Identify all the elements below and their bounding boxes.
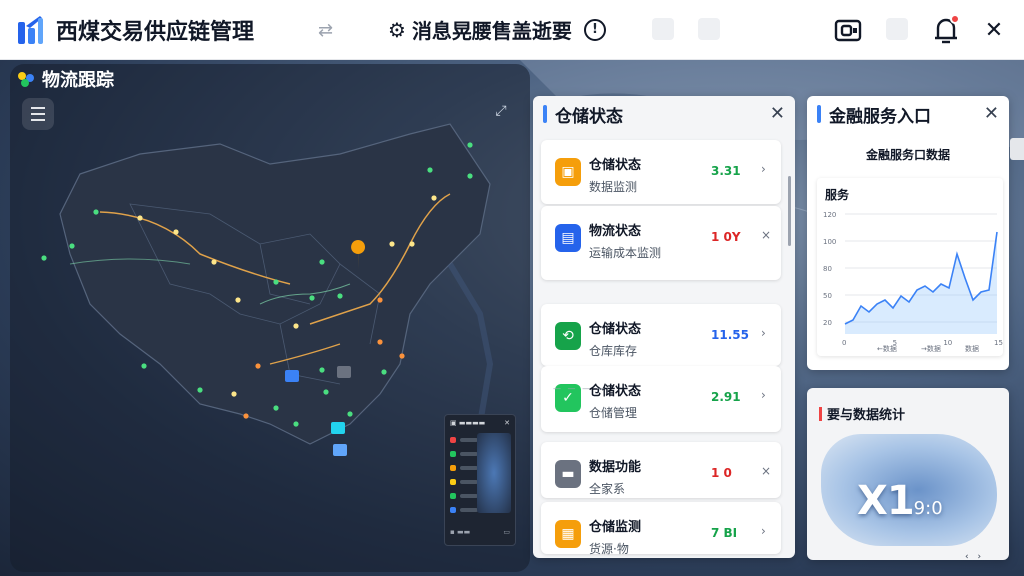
warehouse-close-icon[interactable]: ✕ [770, 103, 785, 124]
y-tick-label: 80 [823, 265, 832, 273]
data-statistics-panel: 要与数据统计 X19:0 ‹ › [807, 388, 1009, 560]
warehouse-item[interactable]: ▦ 仓储监测货源·物 7 BI › [541, 502, 781, 556]
gear-icon: ⚙ [388, 17, 406, 42]
warehouse-item[interactable]: ▤ 物流状态运输成本监测 1 0Y × [541, 206, 781, 280]
finance-panel-header: 金融服务入口 ✕ [807, 96, 1009, 132]
big-value-suffix: 9:0 [913, 498, 943, 519]
warehouse-item[interactable]: ⟲ 仓储状态仓库库存 11.55 › [541, 304, 781, 366]
message-center[interactable]: ⚙ 消息晃腰售盖逝要 ! [388, 15, 606, 44]
warehouse-item-arrow-icon[interactable]: › [761, 524, 766, 538]
notification-badge [950, 14, 960, 24]
warehouse-item-value: 11.55 [711, 328, 749, 342]
warehouse-item-name: 仓储监测 [589, 520, 642, 535]
big-value-main: X1 [857, 478, 915, 524]
warehouse-item-sub: 仓储管理 [589, 406, 638, 420]
tracking-title: 物流跟踪 [16, 66, 114, 92]
finance-panel-title: 金融服务入口 [829, 106, 931, 127]
warehouse-item-icon: ▦ [555, 520, 581, 548]
warehouse-item[interactable]: ▬ 数据功能全家系 1 0 × [541, 442, 781, 498]
x-tick-label: 10 [943, 339, 952, 347]
app-title: 西煤交易供应链管理 [56, 20, 255, 45]
data-panel-header: 要与数据统计 [819, 404, 905, 423]
header-accent-bar [817, 105, 821, 123]
camera-icon[interactable] [832, 14, 864, 46]
close-icon[interactable]: ✕ [978, 14, 1010, 46]
warehouse-item-value: 3.31 [711, 164, 741, 178]
y-tick-label: 50 [823, 292, 832, 300]
inset-header-bar: ▣ ▬▬▬▬ [450, 419, 486, 427]
x-tick-label: 15 [994, 339, 1003, 347]
pager-arrows[interactable]: ‹ › [965, 552, 984, 560]
message-title: 消息晃腰售盖逝要 [411, 19, 572, 43]
big-value: X19:0 [857, 478, 943, 524]
app-logo-icon [18, 16, 43, 44]
expand-icon[interactable]: ⤢ [490, 100, 512, 122]
warehouse-item[interactable]: ✓ 仓储状态 仓储管理 2.91 › [541, 366, 781, 432]
swap-arrow-icon[interactable]: ⇄ [318, 20, 333, 41]
warehouse-item-name: 物流状态 [589, 224, 642, 239]
warehouse-item-sub: 仓库库存 [589, 344, 638, 358]
finance-subtitle: 金融服务口数据 [865, 148, 950, 162]
finance-close-icon[interactable]: ✕ [984, 103, 999, 124]
chat-ghost-icon [886, 18, 908, 40]
legend-entry: →数据 [921, 344, 941, 353]
warehouse-item-icon: ▤ [555, 224, 581, 252]
warehouse-panel-title: 仓储状态 [555, 106, 623, 127]
inset-footer-btn[interactable]: ▭ [503, 528, 510, 540]
inset-map-thumb [477, 433, 511, 513]
warehouse-item-icon: ⟲ [555, 322, 581, 350]
warehouse-item-sub: 数据监测 [589, 180, 638, 194]
warehouse-item-sub: 运输成本监测 [589, 246, 662, 260]
notification-icon[interactable] [930, 14, 962, 46]
warehouse-item-name: 仓储状态 [589, 158, 642, 173]
top-bar: 西煤交易供应链管理 ⇄ ⚙ 消息晃腰售盖逝要 ! ✕ [0, 0, 1024, 60]
warehouse-panel-header: 仓储状态 ✕ [533, 96, 795, 132]
chart-ghost-icon [698, 18, 720, 40]
warehouse-item-value: 7 BI [711, 526, 738, 540]
series-area [845, 232, 997, 334]
scrollbar[interactable] [788, 176, 791, 246]
side-collapse-tab[interactable] [1010, 138, 1024, 160]
warehouse-item-icon: ▣ [555, 158, 581, 186]
legend-entry: ←数据 [877, 344, 897, 353]
warehouse-item-name: 数据功能 [589, 460, 642, 475]
y-tick-label: 120 [823, 211, 836, 219]
warehouse-item-arrow-icon[interactable]: × [761, 228, 771, 242]
warehouse-item-value: 1 0 [711, 466, 732, 480]
legend-entry: 数据 [965, 344, 979, 353]
header-accent-bar [543, 105, 547, 123]
y-tick-label: 20 [823, 319, 832, 327]
logistics-icon [18, 72, 34, 87]
warehouse-status-panel: 仓储状态 ✕ ▣ 仓储状态 数据监测 3.31 › ▤ 物流状态 运输成本监测 1 0Y × ⟲ 仓储… [533, 96, 795, 558]
warehouse-item-arrow-icon[interactable]: › [761, 162, 766, 176]
inset-close-icon[interactable]: ✕ [504, 419, 510, 427]
x-tick-label: 0 [842, 339, 846, 347]
header-accent-bar [819, 406, 822, 421]
service-chart-card[interactable]: 服务 120 100 80 50 20 0 5 10 15 ←数据 →数据 数据 [817, 178, 1003, 356]
finance-service-panel: 金融服务入口 ✕ 金融服务口数据 服务 120 100 80 50 20 0 5 10 15 ←数… [807, 96, 1009, 370]
tracking-title-label: 物流跟踪 [42, 70, 114, 91]
inset-footer-left: ▪ ▬▬ [450, 528, 471, 536]
warehouse-item-arrow-icon[interactable]: › [761, 326, 766, 340]
data-panel-title: 要与数据统计 [827, 408, 906, 423]
warehouse-item-value: 1 0Y [711, 230, 741, 244]
warehouse-item-icon: ▬ [555, 460, 581, 488]
warehouse-item-arrow-icon[interactable]: × [761, 464, 771, 478]
info-icon[interactable]: ! [583, 18, 606, 41]
mini-map-inset[interactable]: ▣ ▬▬▬▬ ✕ ▪ ▬▬ ▭ [444, 414, 516, 546]
warehouse-item-name: 仓储状态 [589, 322, 642, 337]
menu-button[interactable] [22, 98, 54, 130]
list-separator: — — — — [553, 384, 607, 393]
warehouse-item-sub: 货源·物 [589, 542, 629, 556]
warehouse-item[interactable]: ▣ 仓储状态数据监测 3.31 › [541, 140, 781, 204]
warehouse-item-sub: 全家系 [589, 482, 626, 496]
y-tick-label: 100 [823, 238, 836, 246]
shield-ghost-icon [652, 18, 674, 40]
service-area-chart: 1201008050200 5 10 15←数据 →数据 数据 [823, 211, 1003, 353]
